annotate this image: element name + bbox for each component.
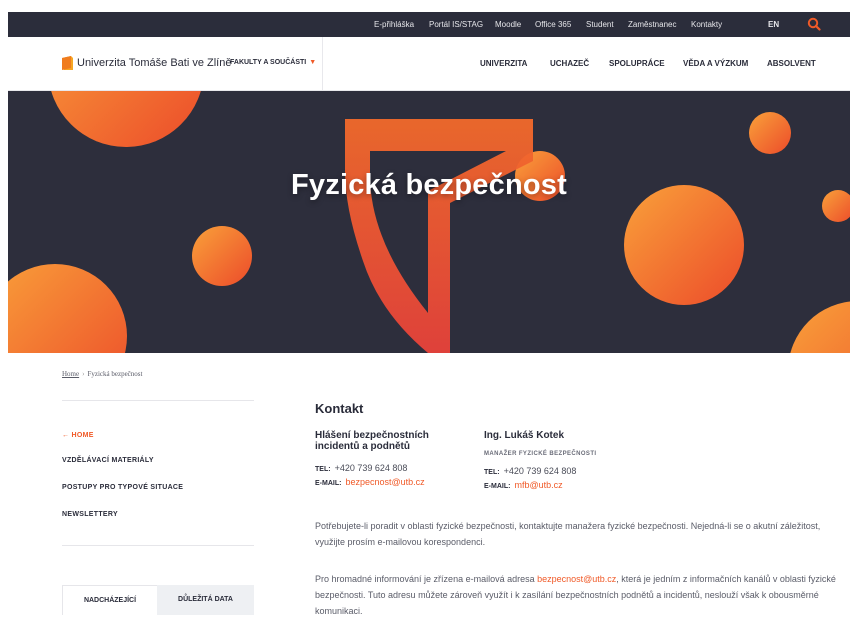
sidebar-item-postupy[interactable]: POSTUPY PRO TYPOVÉ SITUACE <box>62 484 183 491</box>
hero-decoration <box>8 91 850 353</box>
tab-dulezita-data[interactable]: DŮLEŽITÁ DATA <box>157 585 254 615</box>
topbar-link-portal-stag[interactable]: Portál IS/STAG <box>429 12 483 37</box>
topbar-link-moodle[interactable]: Moodle <box>495 12 521 37</box>
info-paragraph: Pro hromadné informování je zřízena e-ma… <box>315 571 840 619</box>
hero-circle <box>192 226 252 286</box>
hero-circle <box>790 301 850 353</box>
breadcrumb-separator: › <box>82 370 85 378</box>
sidebar-divider <box>62 400 254 401</box>
university-name[interactable]: Univerzita Tomáše Bati ve Zlíně <box>77 57 231 69</box>
intro-paragraph: Potřebujete-li poradit v oblasti fyzické… <box>315 521 821 547</box>
phone-label: TEL: <box>315 466 331 473</box>
phone-value: +420 739 624 808 <box>334 463 408 473</box>
contact-card-title-line1: Hlášení bezpečnostních <box>315 430 429 441</box>
topbar-link-office365[interactable]: Office 365 <box>535 12 571 37</box>
manager-name: Ing. Lukáš Kotek <box>484 430 565 441</box>
page-title: Fyzická bezpečnost <box>291 169 567 201</box>
sidebar-item-newslettery[interactable]: NEWSLETTERY <box>62 511 118 518</box>
nav-veda-a-vyzkum[interactable]: VĚDA A VÝZKUM <box>683 59 748 68</box>
email-link[interactable]: mfb@utb.cz <box>514 480 562 490</box>
phone-label: TEL: <box>484 469 500 476</box>
breadcrumb-home-link[interactable]: Home <box>62 370 79 378</box>
utility-bar: E-přihláška Portál IS/STAG Moodle Office… <box>8 12 850 37</box>
manager-role: MANAŽER FYZICKÉ BEZPEČNOSTI <box>484 451 597 457</box>
info-text-before: Pro hromadné informování je zřízena e-ma… <box>315 574 538 584</box>
shield-mark-icon <box>345 119 533 353</box>
breadcrumb: Home › Fyzická bezpečnost <box>62 370 142 378</box>
sidebar-item-vzdelavaci-materialy[interactable]: VZDĚLÁVACÍ MATERIÁLY <box>62 457 154 464</box>
hero-circle <box>51 91 201 147</box>
section-heading: Kontakt <box>315 401 364 416</box>
contact-phone: TEL: +420 739 624 808 <box>315 463 407 473</box>
caret-down-icon: ▼ <box>309 59 317 66</box>
contact-card-title: Hlášení bezpečnostních incidentů a podně… <box>315 430 429 452</box>
topbar-link-student[interactable]: Student <box>586 12 614 37</box>
contact-email: E-MAIL: bezpecnost@utb.cz <box>315 477 425 487</box>
email-label: E-MAIL: <box>315 480 342 487</box>
email-link[interactable]: bezpecnost@utb.cz <box>345 477 424 487</box>
phone-value: +420 739 624 808 <box>503 466 577 476</box>
hero-circle <box>8 264 127 353</box>
email-label: E-MAIL: <box>484 483 511 490</box>
faculties-dropdown[interactable]: FAKULTY A SOUČÁSTI ▼ <box>230 59 316 66</box>
topbar-link-e-prihlaska[interactable]: E-přihláška <box>374 12 414 37</box>
search-icon[interactable] <box>807 17 821 31</box>
header-divider <box>322 37 323 91</box>
sidebar-divider <box>62 545 254 546</box>
manager-email: E-MAIL: mfb@utb.cz <box>484 480 563 490</box>
manager-phone: TEL: +420 739 624 808 <box>484 466 576 476</box>
topbar-link-kontakty[interactable]: Kontakty <box>691 12 722 37</box>
hero-banner: Fyzická bezpečnost <box>8 91 850 353</box>
sidebar-back-home[interactable]: ← HOME <box>62 432 94 439</box>
nav-uchazec[interactable]: UCHAZEČ <box>550 59 589 68</box>
university-logo-icon[interactable] <box>62 56 73 70</box>
hero-circle <box>749 112 791 154</box>
topbar-link-zamestnanec[interactable]: Zaměstnanec <box>628 12 676 37</box>
faculties-label: FAKULTY A SOUČÁSTI <box>230 59 307 66</box>
contact-card-title-line2: incidentů a podnětů <box>315 441 410 452</box>
language-switch[interactable]: EN <box>768 12 779 37</box>
tab-nadchazejici[interactable]: NADCHÁZEJÍCÍ <box>62 585 157 615</box>
nav-absolvent[interactable]: ABSOLVENT <box>767 59 816 68</box>
nav-univerzita[interactable]: UNIVERZITA <box>480 59 527 68</box>
nav-spoluprace[interactable]: SPOLUPRÁCE <box>609 59 665 68</box>
hero-circle <box>624 185 744 305</box>
main-header: Univerzita Tomáše Bati ve Zlíně FAKULTY … <box>8 37 850 91</box>
info-email-link[interactable]: bezpecnost@utb.cz <box>537 574 616 584</box>
breadcrumb-current: Fyzická bezpečnost <box>87 370 143 378</box>
